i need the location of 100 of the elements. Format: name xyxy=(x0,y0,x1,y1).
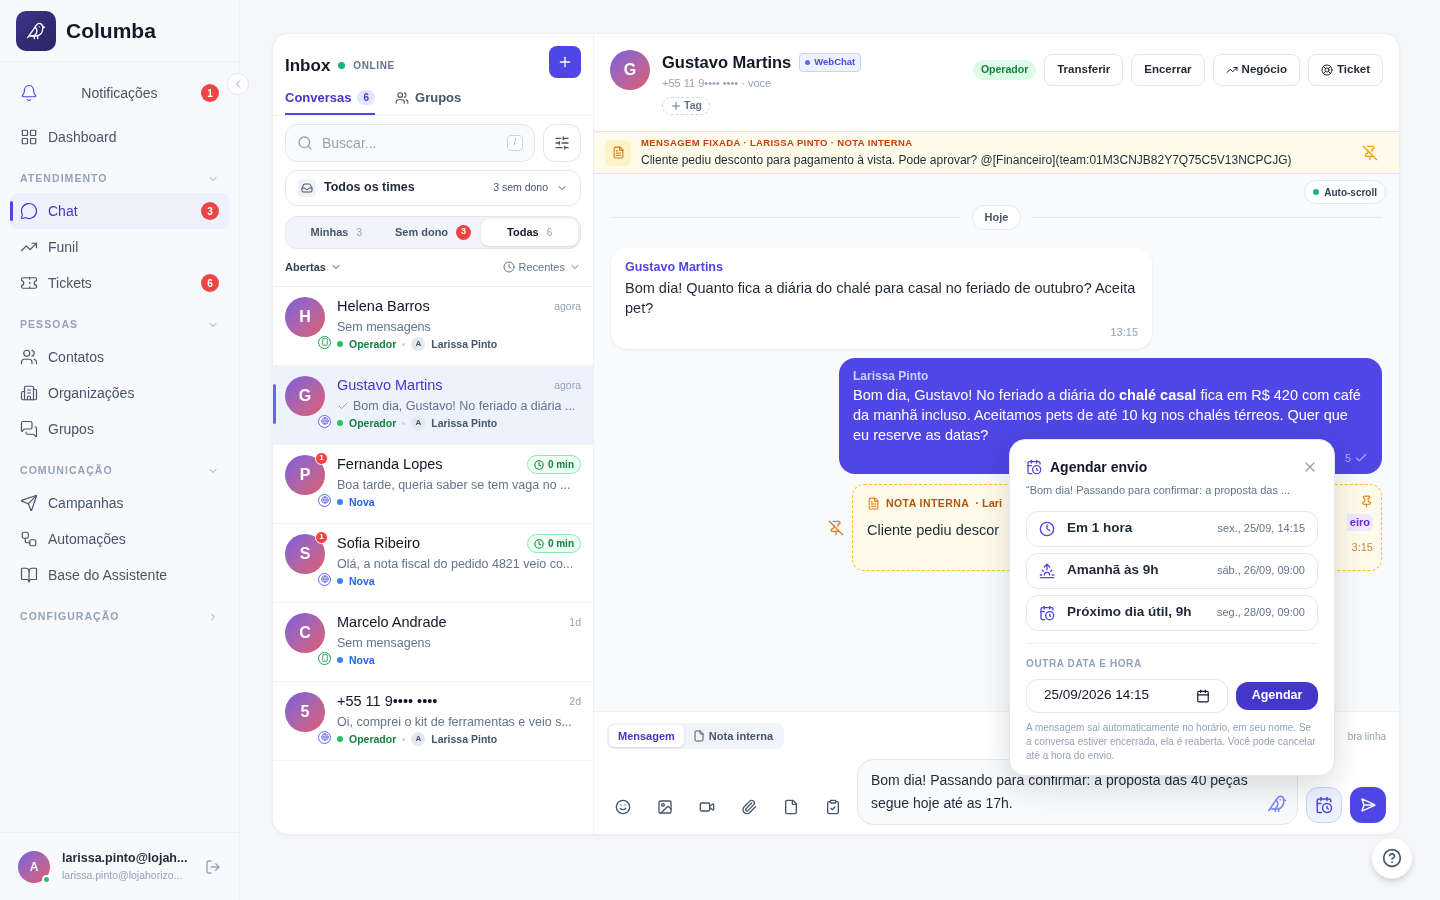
contact-avatar: G xyxy=(285,375,325,416)
file-icon[interactable] xyxy=(783,799,799,815)
sidebar-item[interactable]: Tickets 6 xyxy=(10,265,229,301)
sort-select[interactable]: Recentes xyxy=(502,258,581,276)
count-badge: 3 xyxy=(201,202,219,220)
plus-icon xyxy=(557,54,573,70)
status-badge: Operador xyxy=(972,60,1037,80)
clipboard-icon[interactable] xyxy=(825,799,841,815)
schedule-option[interactable]: Em 1 hora sex., 25/09, 14:15 xyxy=(1026,510,1318,547)
file-icon xyxy=(692,730,705,742)
sidebar-item[interactable]: Organizações xyxy=(10,375,229,411)
option-date: sáb., 26/09, 09:00 xyxy=(1216,563,1305,579)
pin-icon[interactable] xyxy=(1360,495,1373,509)
paperclip-icon[interactable] xyxy=(741,799,757,815)
mode-tab[interactable]: Nota interna xyxy=(683,725,783,747)
sidebar-item[interactable]: Chat 3 xyxy=(10,193,229,229)
sidebar-item[interactable]: Grupos xyxy=(10,411,229,447)
contact-name: Sofia Ribeiro xyxy=(337,533,420,553)
waiting-badge: 0 min xyxy=(526,534,581,553)
header-action-button[interactable]: Negócio xyxy=(1212,54,1300,86)
bell-icon xyxy=(20,84,38,102)
send-button[interactable] xyxy=(1350,787,1386,823)
count-badge: 3 xyxy=(456,224,472,240)
image-icon[interactable] xyxy=(657,799,673,815)
schedule-option[interactable]: Próximo dia útil, 9h seg., 28/09, 09:00 xyxy=(1026,594,1318,631)
count-badge: 1 xyxy=(201,84,219,102)
status-label: Nova xyxy=(349,494,375,510)
conversation-item[interactable]: G Gustavo Martins agora Bom dia, Gustavo! No feriado a diária ... Operador A Larissa Pinto xyxy=(273,365,593,445)
sidebar-item[interactable]: Campanhas xyxy=(10,485,229,521)
shortcut-hint: bra linha xyxy=(1347,729,1386,744)
bird-icon[interactable] xyxy=(1267,794,1287,814)
agent-name: Larissa Pinto xyxy=(431,415,498,431)
conversation-item[interactable]: H Helena Barros agora Sem mensagens Operador A Larissa Pinto xyxy=(273,286,593,366)
brand-name: Columba xyxy=(66,17,156,44)
unpin-icon[interactable] xyxy=(828,519,844,536)
user-avatar: A xyxy=(18,850,50,883)
conversation-item[interactable]: P 1 Fernanda Lopes 0 min Boa tarde, queria saber se tem vaga no ... Nova xyxy=(273,444,593,524)
contact-name: +55 11 9•••• •••• xyxy=(337,691,438,711)
help-icon xyxy=(1382,848,1402,868)
header-action-button[interactable]: Transferir xyxy=(1044,54,1124,86)
user-email: larissa.pinto@lojahorizo... xyxy=(62,868,184,883)
new-conversation-button[interactable] xyxy=(549,46,581,78)
contact-avatar: 5 xyxy=(285,691,325,732)
section-label: OUTRA DATA E HORA xyxy=(1026,656,1143,671)
message-preview: “Bom dia! Passando para confirmar: a proposta das ... xyxy=(1026,483,1292,498)
sidebar-item[interactable]: Dashboard xyxy=(10,119,229,155)
sidebar-item[interactable]: Funil xyxy=(10,229,229,265)
team-select[interactable]: Todos os times 3 sem dono xyxy=(285,169,581,206)
conversation-item[interactable]: S 1 Sofia Ribeiro 0 min Olá, a nota fiscal do pedido 4821 veio co... Nova xyxy=(273,523,593,603)
filter-tab[interactable]: Sem dono 3 xyxy=(384,218,482,246)
pinned-text: Cliente pediu desconto para pagamento à vista. Pode aprovar? @[Financeiro](team:01M3CNJB82Y7Q75C5V13NCPCJG) xyxy=(641,151,1293,169)
video-icon[interactable] xyxy=(699,799,715,815)
mode-tab[interactable]: Mensagem xyxy=(609,725,684,747)
clock-icon xyxy=(502,261,515,273)
datetime-field[interactable]: 25/09/2026 14:15 xyxy=(1026,678,1228,713)
send-icon xyxy=(1360,797,1376,813)
contact-name: Gustavo Martins xyxy=(662,52,792,73)
status-label: Operador xyxy=(349,415,397,431)
contact-name: Marcelo Andrade xyxy=(337,612,447,632)
schedule-button[interactable]: Agendar xyxy=(1236,681,1318,710)
filter-button[interactable] xyxy=(543,123,581,162)
filter-tab[interactable]: Minhas 3 xyxy=(288,218,385,246)
status-label: Nova xyxy=(349,652,375,668)
sidebar-item[interactable]: Base do Assistente xyxy=(10,557,229,593)
tab[interactable]: Conversas 6 xyxy=(285,82,376,115)
status-label: Operador xyxy=(349,336,397,352)
ticket-icon xyxy=(20,274,38,292)
sidebar-item[interactable]: Automações xyxy=(10,521,229,557)
header-action-button[interactable]: Ticket xyxy=(1307,54,1383,86)
sliders-icon xyxy=(554,134,570,151)
filter-tab[interactable]: Todas 6 xyxy=(481,218,578,246)
pinned-title: MENSAGEM FIXADA · LARISSA PINTO · NOTA INTERNA xyxy=(641,136,914,151)
emoji-icon[interactable] xyxy=(615,799,631,815)
count-label: 6 xyxy=(546,225,553,240)
header-action-button[interactable]: Encerrar xyxy=(1131,54,1205,86)
book-icon xyxy=(20,566,38,584)
inbox-icon xyxy=(298,178,316,197)
chat-bubbles-icon xyxy=(20,420,38,438)
count-badge: 6 xyxy=(201,274,219,292)
tab[interactable]: Grupos xyxy=(395,82,462,115)
message-preview: Sem mensagens xyxy=(337,634,431,652)
schedule-toggle[interactable] xyxy=(1306,787,1342,823)
schedule-option[interactable]: Amanhã às 9h sáb., 26/09, 09:00 xyxy=(1026,552,1318,589)
contact-name: Helena Barros xyxy=(337,296,430,316)
panel-title: Inbox xyxy=(285,55,331,77)
option-date: seg., 28/09, 09:00 xyxy=(1216,605,1305,621)
agent-name: Larissa Pinto xyxy=(431,731,498,747)
auto-scroll-toggle[interactable]: Auto-scroll xyxy=(1304,180,1386,204)
conversation-item[interactable]: C Marcelo Andrade 1d Sem mensagens Nova xyxy=(273,602,593,682)
count-label: 3 xyxy=(356,225,363,240)
sidebar-item[interactable]: Notificações 1 xyxy=(10,75,229,111)
sidebar-item[interactable]: Contatos xyxy=(10,339,229,375)
paper-plane-icon xyxy=(20,494,38,512)
message-author: Gustavo Martins xyxy=(625,258,724,276)
status-filter[interactable]: Abertas xyxy=(285,258,342,276)
calendar-clock-icon xyxy=(1026,459,1042,475)
help-button[interactable] xyxy=(1371,837,1413,879)
conversation-time: 2d xyxy=(569,693,581,709)
people-icon xyxy=(395,90,410,105)
conversation-item[interactable]: 5 +55 11 9•••• •••• 2d Oi, comprei o kit de ferramentas e veio s... Operador A Larissa Pinto xyxy=(273,681,593,761)
